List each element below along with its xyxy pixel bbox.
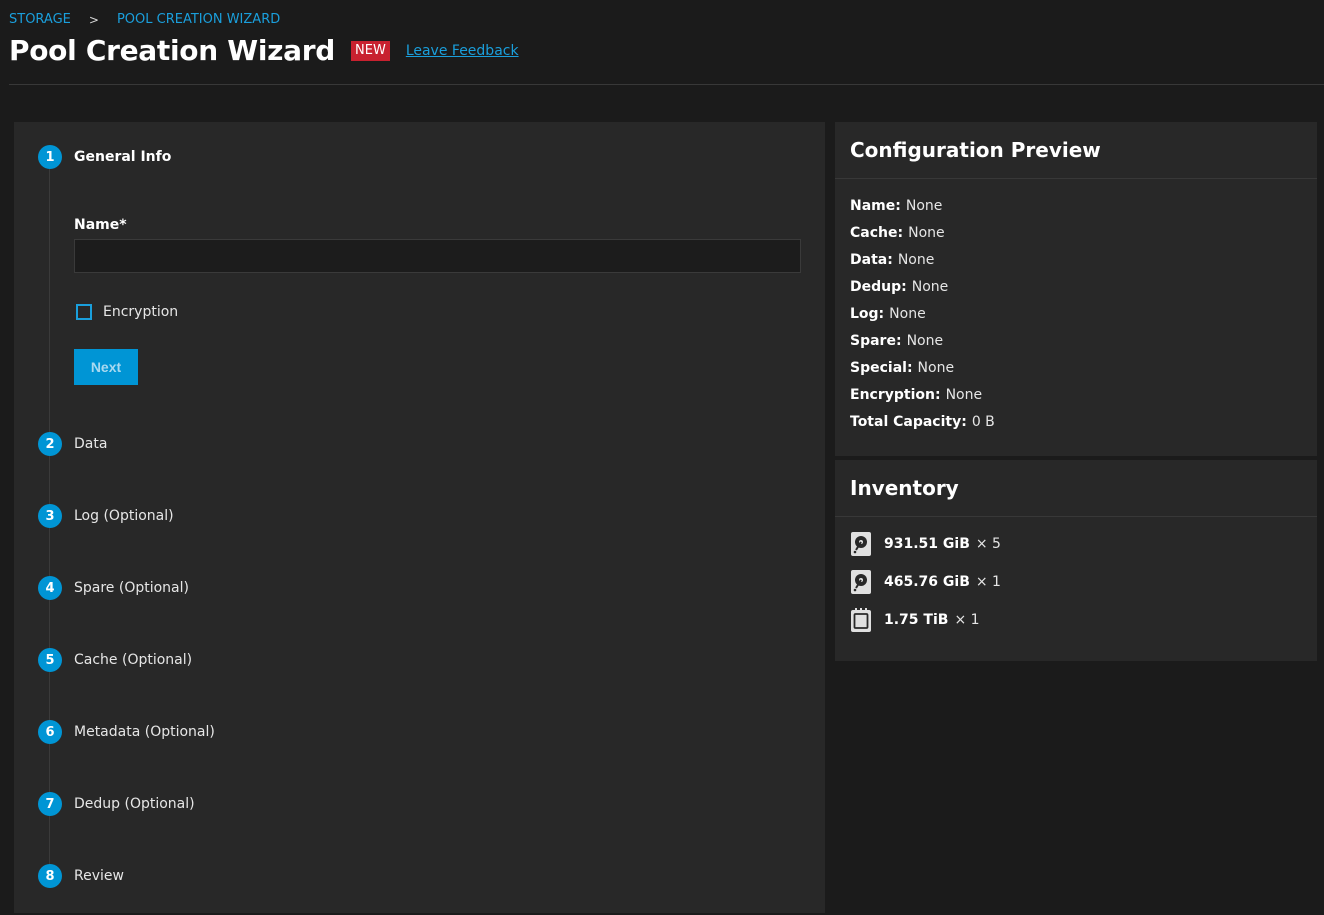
step-log[interactable]: 3 Log (Optional) [38,504,174,528]
step-label: Spare (Optional) [74,580,189,596]
inventory-size: 1.75 TiB [884,612,949,628]
ssd-icon [851,608,871,632]
inventory-title: Inventory [850,476,959,500]
step-label: Log (Optional) [74,508,174,524]
header-divider [9,84,1324,85]
preview-key: Data: [850,252,893,268]
step-general-info[interactable]: 1 General Info [38,145,171,169]
inventory-item: 465.76 GiB × 1 [850,569,1001,595]
title-row: Pool Creation Wizard NEW Leave Feedback [9,34,519,67]
step-number: 8 [38,864,62,888]
step-metadata[interactable]: 6 Metadata (Optional) [38,720,215,744]
preview-key: Special: [850,360,913,376]
inventory-item: 931.51 GiB × 5 [850,531,1001,557]
preview-log: Log: None [850,306,926,322]
wizard-stepper: 1 General Info Name* Encryption Next 2 D… [14,122,825,913]
preview-special: Special: None [850,360,954,376]
step-label: General Info [74,149,172,165]
step-cache[interactable]: 5 Cache (Optional) [38,648,192,672]
configuration-preview-panel: Configuration Preview Name: None Cache: No… [835,122,1317,456]
inventory-count: × 1 [954,612,980,628]
panel-divider [835,516,1317,517]
preview-key: Total Capacity: [850,414,967,430]
preview-key: Log: [850,306,885,322]
preview-value: None [906,333,944,349]
step-number: 2 [38,432,62,456]
page-title: Pool Creation Wizard [9,34,336,67]
preview-value: 0 B [971,414,995,430]
encryption-label: Encryption [103,304,179,320]
step-label: Dedup (Optional) [74,796,195,812]
inventory-size: 931.51 GiB [884,536,970,552]
step-label: Data [74,436,108,452]
hdd-icon [851,570,871,594]
preview-encryption: Encryption: None [850,387,982,403]
preview-dedup: Dedup: None [850,279,948,295]
step-number: 7 [38,792,62,816]
preview-value: None [911,279,949,295]
breadcrumb-storage-link[interactable]: STORAGE [9,12,71,27]
preview-key: Cache: [850,225,904,241]
step-label: Metadata (Optional) [74,724,215,740]
step-review[interactable]: 8 Review [38,864,124,888]
inventory-count: × 5 [975,536,1001,552]
preview-value: None [908,225,945,241]
preview-value: None [905,198,943,214]
next-button[interactable]: Next [74,349,138,385]
inventory-count: × 1 [975,574,1001,590]
encryption-checkbox-row[interactable]: Encryption [76,304,178,320]
step-dedup[interactable]: 7 Dedup (Optional) [38,792,195,816]
step-number: 4 [38,576,62,600]
breadcrumb-current-link[interactable]: POOL CREATION WIZARD [117,12,280,27]
breadcrumb-separator: > [88,12,99,27]
preview-value: None [917,360,955,376]
panel-divider [835,178,1317,179]
encryption-checkbox[interactable] [76,304,92,320]
inventory-panel: Inventory 931.51 GiB × 5 465.76 GiB × 1 [835,460,1317,661]
hdd-icon [851,532,871,556]
preview-key: Dedup: [850,279,907,295]
preview-value: None [897,252,935,268]
step-data[interactable]: 2 Data [38,432,107,456]
preview-cache: Cache: None [850,225,945,241]
step-spare[interactable]: 4 Spare (Optional) [38,576,189,600]
step-number: 1 [38,145,62,169]
preview-data: Data: None [850,252,934,268]
page-header: STORAGE > POOL CREATION WIZARD Pool Crea… [0,0,1324,85]
preview-value: None [945,387,983,403]
new-badge: NEW [351,40,390,61]
step-number: 5 [38,648,62,672]
step-number: 6 [38,720,62,744]
step-number: 3 [38,504,62,528]
step-label: Review [74,868,124,884]
preview-key: Encryption: [850,387,941,403]
breadcrumb: STORAGE > POOL CREATION WIZARD [9,12,280,27]
preview-total-capacity: Total Capacity: 0 B [850,414,995,430]
preview-value: None [889,306,926,322]
name-label: Name* [74,217,127,233]
configuration-preview-title: Configuration Preview [850,138,1101,162]
inventory-item: 1.75 TiB × 1 [850,607,980,633]
preview-spare: Spare: None [850,333,943,349]
name-input[interactable] [74,239,801,273]
preview-key: Spare: [850,333,902,349]
step-label: Cache (Optional) [74,652,193,668]
inventory-size: 465.76 GiB [884,574,970,590]
preview-name: Name: None [850,198,942,214]
preview-key: Name: [850,198,901,214]
leave-feedback-link[interactable]: Leave Feedback [406,43,519,59]
